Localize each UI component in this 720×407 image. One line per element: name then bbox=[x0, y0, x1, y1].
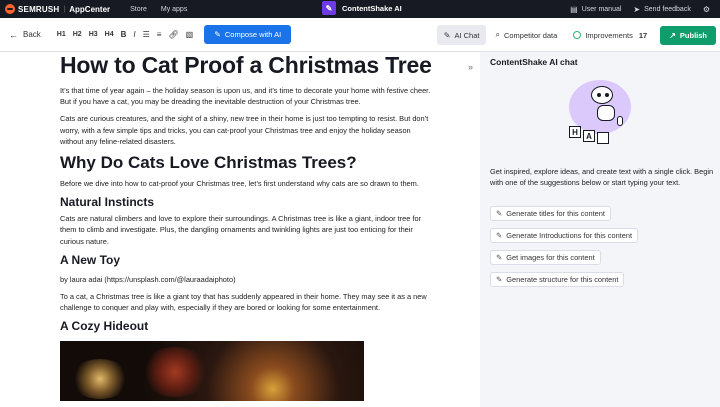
chat-title: ContentShake AI chat bbox=[490, 57, 578, 67]
paragraph[interactable]: To a cat, a Christmas tree is like a gia… bbox=[60, 291, 435, 313]
settings-button[interactable]: ⚙ bbox=[703, 5, 714, 14]
suggestion-label: Get images for this content bbox=[506, 253, 595, 262]
bulleted-list-icon[interactable]: ☰ bbox=[143, 30, 150, 39]
back-button[interactable]: ← Back bbox=[9, 30, 41, 40]
suggestion-generate-structure[interactable]: ✎ Generate structure for this content bbox=[490, 272, 625, 287]
contentshake-icon: ✎ bbox=[322, 1, 336, 15]
suggestion-get-images[interactable]: ✎ Get images for this content bbox=[490, 250, 601, 265]
publish-label: Publish bbox=[679, 30, 707, 40]
tab-improvements[interactable]: Improvements 17 bbox=[566, 25, 654, 45]
back-label: Back bbox=[23, 30, 41, 39]
pencil-icon: ✎ bbox=[214, 30, 221, 39]
nav-store[interactable]: Store bbox=[130, 6, 147, 13]
top-right-actions: ▤ User manual ➤ Send feedback ⚙ bbox=[558, 0, 714, 18]
chat-intro: Get inspired, explore ideas, and create … bbox=[490, 167, 714, 188]
progress-ring-icon bbox=[573, 31, 582, 39]
suggestion-label: Generate structure for this content bbox=[506, 275, 619, 284]
pencil-icon: ✎ bbox=[496, 209, 503, 218]
article-photo[interactable] bbox=[60, 341, 364, 402]
image-icon[interactable]: ▧ bbox=[186, 30, 194, 39]
app-title-text: ContentShake AI bbox=[342, 3, 402, 13]
suggestion-label: Generate titles for this content bbox=[506, 209, 605, 218]
book-icon: ▤ bbox=[570, 4, 578, 14]
brand-appcenter: AppCenter bbox=[69, 4, 111, 14]
h4-button[interactable]: H4 bbox=[105, 31, 114, 38]
nav-my-apps[interactable]: My apps bbox=[161, 6, 187, 13]
double-chevron-right-icon[interactable]: » bbox=[468, 62, 473, 72]
heading-3[interactable]: A Cozy Hideout bbox=[60, 318, 435, 334]
heading-3[interactable]: A New Toy bbox=[60, 252, 435, 268]
tab-improvements-label: Improvements bbox=[585, 30, 633, 40]
pencil-icon: ✎ bbox=[496, 275, 503, 284]
gear-icon: ⚙ bbox=[702, 4, 710, 14]
publish-button[interactable]: ↗ Publish bbox=[660, 25, 716, 45]
arrow-left-icon: ← bbox=[9, 29, 18, 40]
editor-toolbar: ← Back H1 H2 H3 H4 B I ☰ ≡ 🔗︎ ▧ ✎ Compos… bbox=[0, 18, 720, 52]
heading-3[interactable]: Natural Instincts bbox=[60, 194, 435, 210]
top-bar: SEMRUSH | AppCenter Store My apps ✎ Cont… bbox=[0, 0, 720, 18]
numbered-list-icon[interactable]: ≡ bbox=[157, 30, 162, 39]
compose-label: Compose with AI bbox=[224, 30, 282, 39]
user-manual-label: User manual bbox=[581, 5, 622, 13]
h3-button[interactable]: H3 bbox=[89, 31, 98, 38]
brand-separator: | bbox=[63, 5, 66, 13]
article-title[interactable]: How to Cat Proof a Christmas Tree bbox=[60, 52, 435, 82]
tab-ai-chat-label: AI Chat bbox=[454, 30, 480, 40]
image-credit[interactable]: by laura adai (https://unsplash.com/@lau… bbox=[60, 274, 435, 285]
paragraph[interactable]: Cats are curious creatures, and the sigh… bbox=[60, 113, 435, 147]
suggestion-label: Generate Introductions for this content bbox=[506, 231, 633, 240]
app-title: ✎ ContentShake AI bbox=[322, 1, 402, 15]
h1-button[interactable]: H1 bbox=[57, 31, 66, 38]
link-icon[interactable]: 🔗︎ bbox=[168, 30, 178, 39]
pencil-icon: ✎ bbox=[496, 253, 503, 262]
robot-illustration: H A bbox=[567, 74, 637, 150]
italic-icon[interactable]: I bbox=[133, 30, 135, 39]
paragraph[interactable]: Cats are natural climbers and love to ex… bbox=[60, 213, 435, 247]
panel-tabs: ✎ AI Chat ⌕ Competitor data Improvements… bbox=[435, 25, 716, 45]
semrush-brand[interactable]: SEMRUSH | AppCenter bbox=[5, 4, 110, 14]
suggestion-generate-introductions[interactable]: ✎ Generate Introductions for this conten… bbox=[490, 228, 639, 243]
search-icon: ⌕ bbox=[495, 30, 500, 39]
h2-button[interactable]: H2 bbox=[73, 31, 82, 38]
bold-icon[interactable]: B bbox=[121, 30, 127, 39]
send-feedback-label: Send feedback bbox=[644, 5, 691, 13]
block-h: H bbox=[569, 126, 581, 138]
improvements-count: 17 bbox=[638, 30, 648, 40]
ai-chat-panel: ContentShake AI chat H A Get inspired, e… bbox=[480, 52, 720, 407]
user-manual-link[interactable]: ▤ User manual bbox=[570, 5, 621, 14]
article-editor[interactable]: How to Cat Proof a Christmas Tree It’s t… bbox=[60, 52, 435, 407]
compose-with-ai-button[interactable]: ✎ Compose with AI bbox=[204, 25, 292, 44]
pencil-icon: ✎ bbox=[496, 231, 503, 240]
paragraph[interactable]: It’s that time of year again – the holid… bbox=[60, 85, 435, 107]
block-a: A bbox=[583, 130, 595, 142]
publish-arrow-icon: ↗ bbox=[669, 30, 676, 40]
brand-name: SEMRUSH bbox=[18, 4, 60, 14]
paragraph[interactable]: Before we dive into how to cat-proof you… bbox=[60, 178, 435, 189]
semrush-flame-icon bbox=[5, 4, 15, 14]
send-feedback-link[interactable]: ➤ Send feedback bbox=[633, 5, 690, 14]
tab-competitor-label: Competitor data bbox=[503, 30, 558, 40]
suggestion-generate-titles[interactable]: ✎ Generate titles for this content bbox=[490, 206, 611, 221]
format-controls: H1 H2 H3 H4 B I ☰ ≡ 🔗︎ ▧ bbox=[57, 30, 200, 39]
heading-2[interactable]: Why Do Cats Love Christmas Trees? bbox=[60, 151, 435, 175]
pencil-icon: ✎ bbox=[443, 30, 451, 40]
tab-competitor-data[interactable]: ⌕ Competitor data bbox=[488, 25, 564, 45]
top-nav: Store My apps bbox=[130, 6, 201, 13]
tab-ai-chat[interactable]: ✎ AI Chat bbox=[436, 25, 487, 45]
send-icon: ➤ bbox=[633, 4, 641, 14]
